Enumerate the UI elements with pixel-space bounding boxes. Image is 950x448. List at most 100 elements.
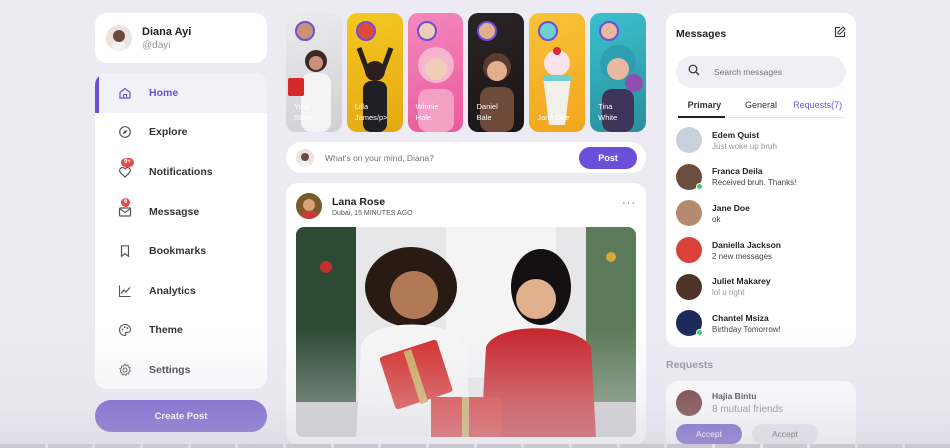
notifications-badge: 9+ xyxy=(121,157,134,167)
story-avatar xyxy=(416,21,437,41)
message-tabs: Primary General Requests(7) xyxy=(676,97,846,118)
contact-name: Daniella Jackson xyxy=(712,239,781,250)
profile-handle: @dayi xyxy=(142,39,171,51)
list-item[interactable]: Chantel Msiza Birthday Tomorrow! xyxy=(676,305,846,342)
story-name: Daniel xyxy=(476,102,498,111)
profile-card[interactable]: Diana Ayi @dayi xyxy=(95,13,267,63)
bottom-scroll-indicator xyxy=(0,444,950,448)
chart-icon xyxy=(118,284,132,298)
story-avatar xyxy=(295,21,315,41)
edit-icon[interactable] xyxy=(834,25,846,43)
heart-icon: 9+ xyxy=(118,157,134,179)
compose-input[interactable] xyxy=(325,152,579,163)
request-avatar xyxy=(676,390,702,416)
nav-label: Analytics xyxy=(149,284,196,297)
post-button[interactable]: Post xyxy=(579,146,637,169)
nav-label: Settings xyxy=(149,363,191,376)
story-name: Winnie xyxy=(415,102,439,111)
accept-button[interactable]: Accept xyxy=(676,424,742,444)
nav-label: Explore xyxy=(149,126,188,139)
post-meta: Dubai, 15 MINUTES AGO xyxy=(332,209,413,217)
message-preview: Received bruh. Thanks! xyxy=(712,178,797,188)
story-name-line2: Story xyxy=(294,113,312,122)
messages-search xyxy=(676,56,846,88)
request-name: Hajia Bintu xyxy=(712,391,757,401)
story-avatar xyxy=(355,21,376,41)
contact-name: Jane Doe xyxy=(712,202,750,213)
contact-avatar xyxy=(676,200,702,227)
story-name: Jane Doe xyxy=(537,113,570,122)
search-icon xyxy=(688,63,700,81)
compose-avatar xyxy=(296,148,314,167)
right-sidebar: Messages Primary General Requests(7) Ede… xyxy=(666,13,856,448)
story-avatar xyxy=(599,21,620,41)
list-item[interactable]: Juliet Makarey lol u right xyxy=(676,268,846,305)
request-mutual: 8 mutual friends xyxy=(712,404,784,415)
story-card[interactable]: Lilla James/p> xyxy=(346,13,403,132)
compose-bar: Post xyxy=(286,142,646,173)
bookmark-icon xyxy=(118,244,132,258)
tab-general[interactable]: General xyxy=(733,97,790,117)
story-card[interactable]: Jane Doe xyxy=(529,13,586,132)
left-sidebar: Diana Ayi @dayi Home Explore 9+ Notifica… xyxy=(95,13,267,432)
story-name: Tina xyxy=(598,102,613,111)
story-name-line2: Hale xyxy=(415,113,432,122)
tab-requests[interactable]: Requests(7) xyxy=(789,97,846,117)
story-card[interactable]: Tina White xyxy=(590,13,646,132)
mail-icon: 6 xyxy=(118,197,132,219)
gear-icon xyxy=(118,363,132,377)
accept-button-secondary[interactable]: Accept xyxy=(752,424,818,444)
main-nav: Home Explore 9+ Notifications 6 Messagse xyxy=(95,73,267,389)
nav-item-bookmarks[interactable]: Bookmarks xyxy=(95,231,267,271)
online-indicator xyxy=(696,182,703,190)
messages-badge: 6 xyxy=(121,197,131,207)
list-item[interactable]: Jane Doe ok xyxy=(676,195,846,232)
nav-label: Home xyxy=(149,86,179,99)
post-author-avatar[interactable] xyxy=(296,193,322,219)
message-preview: lol u right xyxy=(712,288,745,298)
post-header: Lana Rose Dubai, 15 MINUTES AGO ··· xyxy=(296,193,636,219)
list-item[interactable]: Daniella Jackson 2 new messages xyxy=(676,232,846,269)
nav-item-analytics[interactable]: Analytics xyxy=(95,271,267,311)
contact-name: Edem Quist xyxy=(712,129,760,140)
story-name-line2: Bale xyxy=(476,113,492,122)
post-menu-icon[interactable]: ··· xyxy=(622,197,636,209)
profile-name: Diana Ayi xyxy=(142,25,192,38)
nav-item-notifications[interactable]: 9+ Notifications xyxy=(95,152,267,192)
contact-avatar xyxy=(676,273,702,300)
story-card[interactable]: Your Story xyxy=(286,13,342,132)
nav-item-home[interactable]: Home xyxy=(95,73,267,113)
story-name-line2: White xyxy=(598,113,618,122)
messages-title: Messages xyxy=(676,28,727,40)
nav-label: Notifications xyxy=(149,165,213,178)
message-list: Edem Quist Just woke up bruh Franca Deila… xyxy=(676,122,846,342)
nav-item-messages[interactable]: 6 Messagse xyxy=(95,192,267,232)
nav-label: Bookmarks xyxy=(149,245,207,258)
request-card: Hajia Bintu 8 mutual friends Accept Acce… xyxy=(666,381,856,448)
search-input[interactable] xyxy=(714,67,834,77)
list-item[interactable]: Franca Deila Received bruh. Thanks! xyxy=(676,159,846,196)
nav-item-explore[interactable]: Explore xyxy=(95,113,267,153)
message-preview: Just woke up bruh xyxy=(712,141,777,151)
list-item[interactable]: Edem Quist Just woke up bruh xyxy=(676,122,846,159)
online-indicator xyxy=(696,329,703,337)
story-card[interactable]: Daniel Bale xyxy=(468,13,525,132)
profile-avatar xyxy=(106,25,132,51)
post-image xyxy=(296,227,636,437)
compass-icon xyxy=(118,125,132,139)
nav-item-theme[interactable]: Theme xyxy=(95,311,267,351)
message-preview: Birthday Tomorrow! xyxy=(712,324,781,334)
post-author-name[interactable]: Lana Rose xyxy=(332,196,413,208)
contact-name: Chantel Msiza xyxy=(712,312,769,323)
main-feed: Your Story Lilla James/p> Winnie Hale Danie… xyxy=(286,13,646,445)
create-post-button[interactable]: Create Post xyxy=(95,400,267,432)
contact-name: Franca Deila xyxy=(712,166,763,177)
story-name: Lilla xyxy=(354,102,369,111)
story-card[interactable]: Winnie Hale xyxy=(407,13,464,132)
nav-item-settings[interactable]: Settings xyxy=(95,350,267,389)
nav-label: Theme xyxy=(149,324,183,337)
tab-primary[interactable]: Primary xyxy=(676,97,733,118)
message-preview: 2 new messages xyxy=(712,251,773,261)
contact-avatar xyxy=(676,310,703,337)
palette-icon xyxy=(118,323,132,337)
